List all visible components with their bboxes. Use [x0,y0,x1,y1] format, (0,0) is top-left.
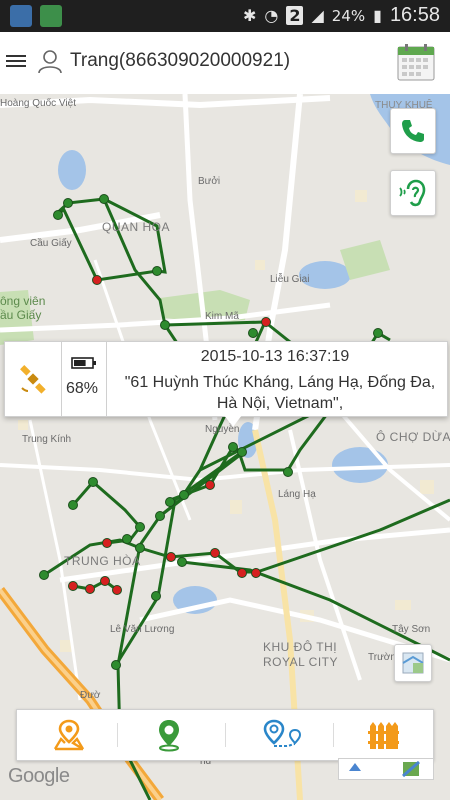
toolbar-divider [117,723,118,747]
location-datetime: 2015-10-13 16:37:19 [200,348,350,365]
lake [58,150,86,190]
battery-icon: ▮ [373,6,382,25]
user-icon [38,50,62,74]
map-label: Bưởi [198,176,221,187]
google-logo: Google [8,765,70,787]
track-playback-button[interactable] [261,717,305,753]
map-label: Cầu Giấy [30,238,72,249]
map-label: ROYAL CITY [263,655,339,669]
map-layers-button[interactable] [394,644,432,682]
menu-icon[interactable] [6,52,26,72]
battery-cell: 68% [62,342,107,416]
geofence-button[interactable] [365,717,401,753]
battery-level-fill [74,360,86,366]
gallery-notification-icon [10,5,32,27]
status-bar: ✱ ◔ 2 ◢ 24% ▮ 16:58 [0,0,450,32]
battery-percent: 68% [66,380,99,397]
satellite-icon [20,365,46,394]
calendar-icon[interactable] [396,42,436,82]
toolbar-divider [333,723,334,747]
map-label: Đườ [80,690,101,701]
map-label: Lê Văn Lương [110,624,175,635]
map-app-notification-icon [40,5,62,27]
device-title: Trang(866309020000921) [70,50,291,71]
map-view[interactable]: Hoàng Quốc Việt THỤY KHUÊ QUAN HOA Bưởi … [0,94,450,800]
fence-icon [368,722,399,749]
location-source-cell [5,342,62,416]
map-label: Trung Kính [22,434,72,445]
map-label: Ô CHỢ DỪA [376,430,450,444]
map-layers-icon [402,652,424,674]
listen-button[interactable] [390,170,436,216]
map-label: QUAN HOA [102,220,171,234]
signal-icon: ◢ [311,6,324,25]
map-label: ông viên [0,294,46,308]
bluetooth-icon: ✱ [242,6,257,25]
route-pins-icon [263,719,302,747]
map-toolbar[interactable] [338,758,434,780]
location-pin-icon [159,720,179,752]
map-label: Láng Hạ [278,489,316,500]
map-label: TRUNG HÒA [64,554,141,568]
map-label: Kim Mã [205,311,239,322]
battery-percent: 24% [331,6,366,25]
map-pin-route-icon [53,719,85,751]
location-address: "61 Huỳnh Thúc Kháng, Láng Hạ, Đống Đa, … [124,374,436,412]
location-info-popup[interactable]: 68% 2015-10-13 16:37:19 "61 Huỳnh Thúc K… [4,341,448,427]
history-route-button[interactable] [51,717,87,753]
clock: 16:58 [389,4,440,26]
ear-icon [399,179,426,207]
toolbar-divider [225,723,226,747]
phone-icon [402,120,424,142]
locate-button[interactable] [151,717,187,753]
popup-pointer [224,415,242,427]
app-bar: Trang(866309020000921) [0,32,450,95]
sim-slot-badge: 2 [286,6,304,25]
call-button[interactable] [390,108,436,154]
wifi-icon: ◔ [264,6,279,25]
bottom-toolbar [16,709,434,761]
map-label: Liễu Giai [270,274,310,285]
map-label: Tây Sơn [392,624,431,635]
map-label: Hoàng Quốc Việt [0,98,76,109]
map-canvas [0,94,450,800]
map-label: KHU ĐÔ THỊ [263,640,338,654]
map-label: ầu Giấy [0,308,42,322]
directions-icon [349,760,420,778]
lake [332,447,388,483]
battery-icon [71,357,96,369]
